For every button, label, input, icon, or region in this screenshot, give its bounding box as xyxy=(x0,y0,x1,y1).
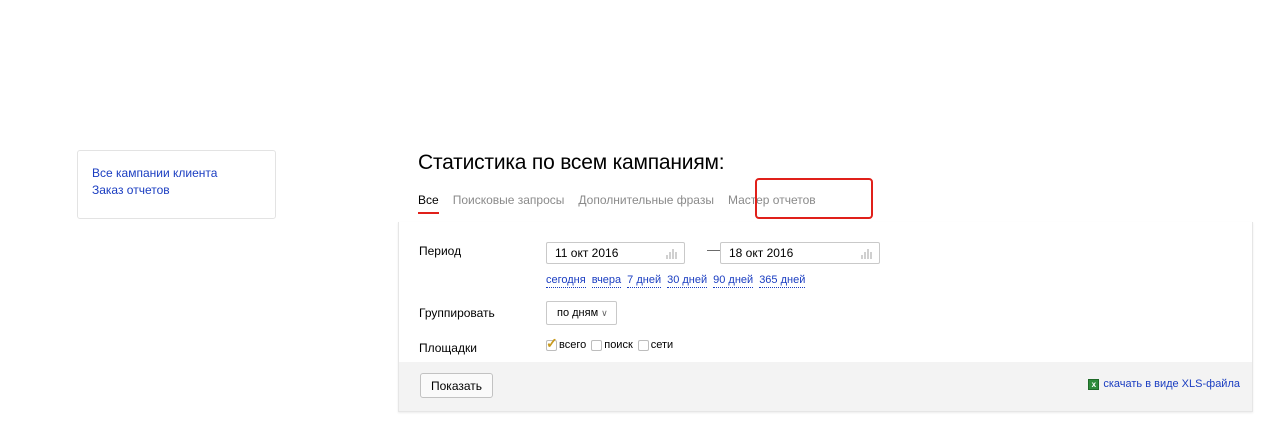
group-by-value: по дням xyxy=(557,307,599,319)
period-label: Период xyxy=(419,244,462,258)
page: Все кампании клиента Заказ отчетов Стати… xyxy=(0,0,1275,435)
checkbox-search-label[interactable]: поиск xyxy=(604,339,633,351)
date-from-value: 11 окт 2016 xyxy=(555,246,619,260)
checkbox-networks-label[interactable]: сети xyxy=(651,339,673,351)
quick-range-30-days[interactable]: 30 дней xyxy=(667,274,708,288)
date-to-value: 18 окт 2016 xyxy=(729,246,794,260)
tab-search-queries[interactable]: Поисковые запросы xyxy=(453,193,565,213)
tab-additional-phrases[interactable]: Дополнительные фразы xyxy=(578,193,714,213)
page-title: Статистика по всем кампаниям: xyxy=(418,151,725,174)
calendar-icon[interactable] xyxy=(861,248,873,259)
show-button[interactable]: Показать xyxy=(420,373,494,398)
platforms-label: Площадки xyxy=(419,341,477,355)
quick-range-links: сегодня вчера 7 дней 30 дней 90 дней 365… xyxy=(546,274,806,288)
calendar-icon[interactable] xyxy=(666,248,678,259)
download-xls-link[interactable]: x скачать в виде XLS-файла xyxy=(1088,378,1240,390)
tab-all[interactable]: Все xyxy=(418,193,439,214)
download-xls-label[interactable]: скачать в виде XLS-файла xyxy=(1103,378,1240,390)
filter-panel: Период 11 окт 2016 — 18 окт 2016 сегодня… xyxy=(398,222,1253,412)
quick-range-yesterday[interactable]: вчера xyxy=(591,274,622,288)
tab-bar: Все Поисковые запросы Дополнительные фра… xyxy=(418,193,830,223)
checkbox-networks[interactable] xyxy=(637,339,649,351)
checkbox-all[interactable]: ✓ xyxy=(546,335,558,351)
date-to-input[interactable]: 18 окт 2016 xyxy=(720,242,880,264)
sidebar-link-report-orders[interactable]: Заказ отчетов xyxy=(92,182,275,199)
sidebar: Все кампании клиента Заказ отчетов xyxy=(77,150,276,219)
sidebar-link-all-campaigns[interactable]: Все кампании клиента xyxy=(92,165,275,182)
quick-range-today[interactable]: сегодня xyxy=(546,274,586,288)
excel-icon: x xyxy=(1088,378,1100,390)
tab-report-wizard[interactable]: Мастер отчетов xyxy=(728,193,816,213)
quick-range-7-days[interactable]: 7 дней xyxy=(627,274,662,288)
platforms-checkboxes: ✓ всего поиск сети xyxy=(546,335,678,351)
checkbox-all-label[interactable]: всего xyxy=(559,339,586,351)
date-from-input[interactable]: 11 окт 2016 xyxy=(546,242,685,264)
panel-footer: Показать x скачать в виде XLS-файла xyxy=(399,362,1252,411)
chevron-down-icon: ∨ xyxy=(601,308,608,318)
group-by-select[interactable]: по дням ∨ xyxy=(546,301,617,325)
group-label: Группировать xyxy=(419,306,495,320)
checkmark-icon: ✓ xyxy=(546,334,558,351)
quick-range-365-days[interactable]: 365 дней xyxy=(759,274,806,288)
checkbox-search[interactable] xyxy=(591,339,603,351)
quick-range-90-days[interactable]: 90 дней xyxy=(713,274,754,288)
date-separator: — xyxy=(707,242,720,257)
